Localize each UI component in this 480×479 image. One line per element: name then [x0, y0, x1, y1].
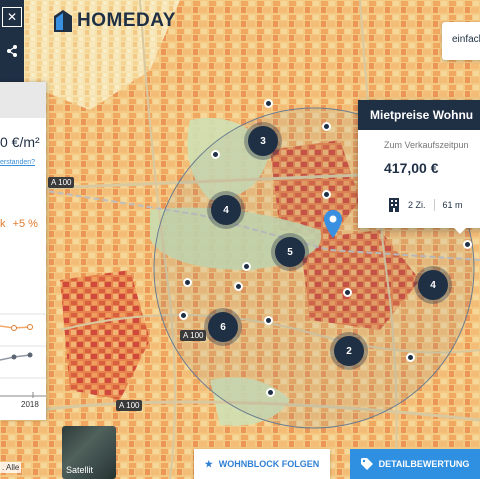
star-icon: ★	[204, 458, 213, 469]
map-point[interactable]	[463, 240, 472, 249]
map-point[interactable]	[322, 190, 331, 199]
popup-meta: 2 Zi. 61 m	[388, 198, 463, 212]
close-icon: ✕	[2, 7, 22, 27]
cluster-marker[interactable]: 4	[211, 195, 241, 225]
map-point[interactable]	[406, 353, 415, 362]
follow-block-label: WOHNBLOCK FOLGEN	[218, 459, 320, 469]
close-button[interactable]: ✕	[0, 0, 24, 34]
stats-panel-header	[0, 82, 46, 118]
detail-valuation-label: DETAILBEWERTUNG	[378, 459, 470, 469]
building-icon	[389, 198, 399, 212]
map-point[interactable]	[211, 150, 220, 159]
map-point[interactable]	[242, 262, 251, 271]
map-point[interactable]	[343, 288, 352, 297]
popup-pointer	[452, 226, 468, 234]
satellite-toggle[interactable]: Satellit	[62, 426, 116, 479]
map-point[interactable]	[179, 311, 188, 320]
stats-panel: 0 €/m² erstanden? k +5 % 2018	[0, 82, 46, 420]
price-change: k +5 %	[0, 218, 38, 230]
popup-rooms: 2 Zi.	[408, 200, 426, 210]
map-point[interactable]	[322, 122, 331, 131]
rent-price-popup[interactable]: Mietpreise Wohnu Zum Verkaufszeitpun 417…	[358, 100, 480, 228]
price-change-unit: k	[0, 218, 6, 230]
popup-subtitle: Zum Verkaufszeitpun	[384, 140, 469, 150]
map-point[interactable]	[234, 282, 243, 291]
map-point[interactable]	[266, 388, 275, 397]
satellite-label: Satellit	[66, 465, 94, 475]
heatmap-map[interactable]	[0, 0, 480, 479]
popup-separator	[433, 199, 435, 211]
popup-title: Mietpreise Wohnu	[358, 100, 480, 130]
popup-price: 417,00 €	[384, 160, 439, 176]
follow-block-button[interactable]: ★ WOHNBLOCK FOLGEN	[194, 449, 330, 479]
price-per-sqm: 0 €/m²	[0, 134, 40, 150]
mode-toggle-button[interactable]: einfach	[442, 22, 480, 60]
detail-valuation-button[interactable]: DETAILBEWERTUNG	[350, 449, 480, 479]
road-label-a100: A 100	[48, 177, 75, 188]
cluster-marker[interactable]: 5	[275, 237, 305, 267]
share-button[interactable]	[0, 34, 24, 68]
map-attribution: . Alle	[0, 462, 22, 473]
price-change-percent: +5 %	[12, 218, 38, 230]
map-point[interactable]	[264, 316, 273, 325]
trend-year-label: 2018	[21, 400, 39, 409]
cluster-marker[interactable]: 4	[418, 270, 448, 300]
explanation-link[interactable]: erstanden?	[0, 159, 35, 166]
road-label-a100: A 100	[116, 400, 143, 411]
map-point[interactable]	[264, 99, 273, 108]
location-pin-icon[interactable]	[324, 210, 342, 243]
map-point[interactable]	[183, 278, 192, 287]
cluster-marker[interactable]: 2	[334, 336, 364, 366]
cluster-marker[interactable]: 6	[208, 312, 238, 342]
popup-area: 61 m	[442, 200, 463, 210]
road-label-a100: A 100	[180, 330, 207, 341]
mode-toggle-label: einfach	[452, 34, 480, 45]
brand-name: HOMEDAY	[77, 10, 176, 31]
brand-logo[interactable]: HOMEDAY	[54, 10, 176, 32]
cluster-marker[interactable]: 3	[248, 126, 278, 156]
share-icon	[7, 45, 17, 57]
house-logo-icon	[54, 10, 72, 32]
tag-icon	[360, 458, 373, 470]
trend-chart	[0, 313, 46, 398]
